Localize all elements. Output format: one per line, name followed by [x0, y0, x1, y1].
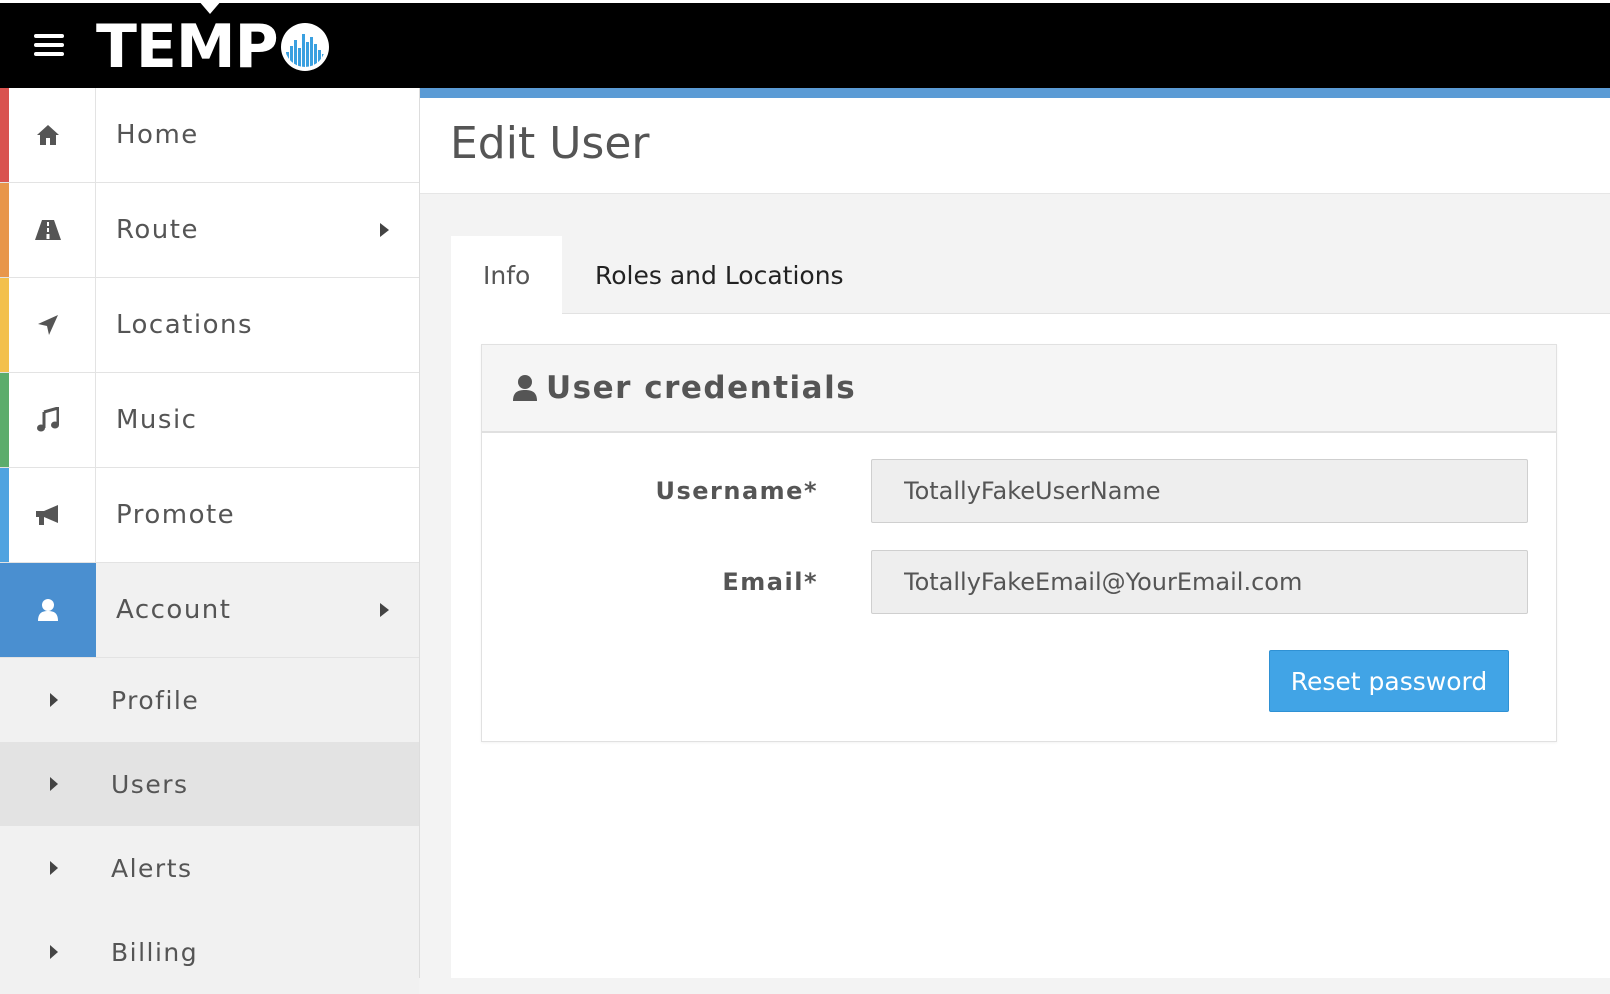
accent-bar: [420, 88, 1610, 98]
icon-cell: [0, 373, 96, 467]
sidebar: Home Route Locations Music Promote Accou…: [0, 88, 420, 994]
caret-right-icon: [50, 861, 58, 875]
caret-right-icon: [380, 223, 389, 237]
equalizer-circle-icon: [280, 23, 329, 71]
user-icon: [513, 375, 537, 401]
stripe: [0, 373, 9, 467]
sidebar-subitem-label: Alerts: [111, 853, 193, 883]
caret-right-icon: [380, 603, 389, 617]
sidebar-item-account[interactable]: Account: [0, 563, 419, 658]
tab-info[interactable]: Info: [451, 236, 562, 315]
sidebar-item-label: Music: [116, 405, 198, 435]
icon-cell: [0, 468, 96, 562]
sidebar-item-label: Account: [116, 595, 232, 625]
card-title: User credentials: [546, 370, 857, 406]
sidebar-item-promote[interactable]: Promote: [0, 468, 419, 563]
sidebar-item-locations[interactable]: Locations: [0, 278, 419, 373]
sidebar-item-label: Route: [116, 215, 199, 245]
home-icon: [36, 125, 59, 145]
caret-right-icon: [50, 693, 58, 707]
stripe: [0, 468, 9, 562]
sidebar-subitem-billing[interactable]: Billing: [0, 910, 419, 994]
sidebar-item-route[interactable]: Route: [0, 183, 419, 278]
icon-cell: [0, 88, 96, 182]
sidebar-item-label: Home: [116, 120, 199, 150]
bullhorn-icon: [35, 505, 58, 525]
email-row: Email*: [482, 550, 1558, 614]
stripe: [0, 183, 9, 277]
sidebar-item-home[interactable]: Home: [0, 88, 419, 183]
caret-right-icon: [50, 945, 58, 959]
stripe: [0, 88, 9, 182]
hamburger-icon[interactable]: [34, 34, 64, 58]
top-bar: TEMP: [0, 0, 1610, 88]
location-arrow-icon: [37, 315, 58, 335]
username-row: Username*: [482, 459, 1558, 523]
icon-cell: [0, 183, 96, 277]
page-title: Edit User: [450, 118, 650, 169]
email-input[interactable]: [871, 550, 1528, 614]
icon-cell: [0, 563, 96, 657]
tab-bar: Info Roles and Locations: [451, 236, 1610, 315]
card-header: User credentials: [482, 345, 1556, 433]
sidebar-subitem-label: Users: [111, 769, 189, 799]
road-icon: [34, 220, 61, 240]
content-panel: Info Roles and Locations User credential…: [451, 236, 1610, 978]
sidebar-subitem-users[interactable]: Users: [0, 742, 419, 826]
username-label: Username*: [655, 477, 818, 505]
sidebar-subitem-label: Profile: [111, 685, 200, 715]
sidebar-subitem-profile[interactable]: Profile: [0, 658, 419, 742]
reset-password-button[interactable]: Reset password: [1269, 650, 1509, 712]
sidebar-subitem-alerts[interactable]: Alerts: [0, 826, 419, 910]
stripe: [0, 278, 9, 372]
tab-roles-and-locations[interactable]: Roles and Locations: [595, 236, 844, 314]
sidebar-subitem-label: Billing: [111, 937, 199, 967]
icon-cell: [0, 278, 96, 372]
sidebar-item-label: Locations: [116, 310, 254, 340]
caret-right-icon: [50, 777, 58, 791]
page-header: Edit User: [420, 98, 1610, 194]
sidebar-item-label: Promote: [116, 500, 236, 530]
email-label: Email*: [722, 568, 818, 596]
tempo-logo[interactable]: TEMP: [96, 15, 330, 79]
user-icon: [37, 599, 58, 621]
username-input[interactable]: [871, 459, 1528, 523]
logo-text: TEMP: [96, 12, 279, 82]
sidebar-item-music[interactable]: Music: [0, 373, 419, 468]
music-icon: [36, 407, 59, 432]
user-credentials-card: User credentials Username* Email* Reset …: [481, 344, 1557, 742]
